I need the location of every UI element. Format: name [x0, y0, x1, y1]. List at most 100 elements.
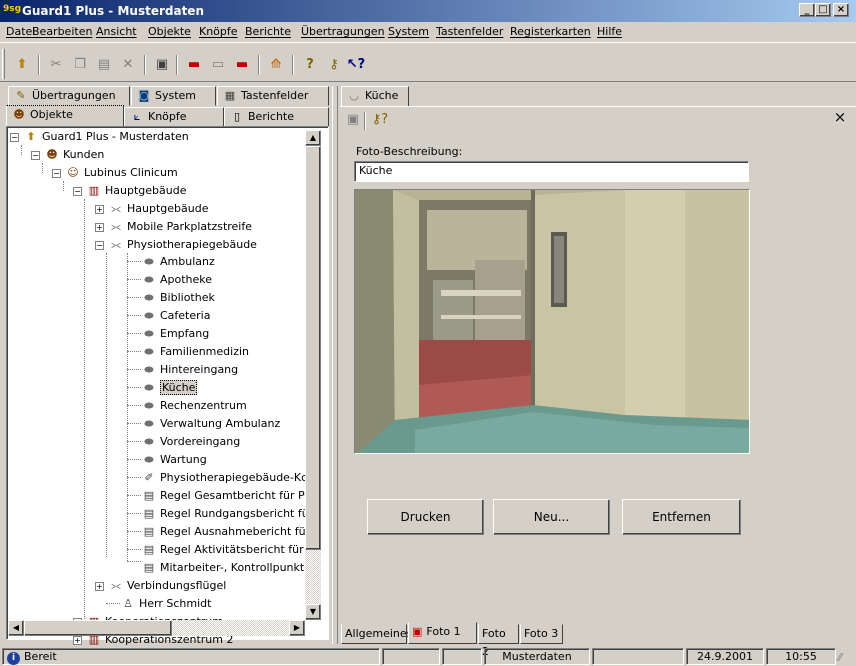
- building-icon: ▥: [88, 184, 100, 197]
- tab-foto-1[interactable]: ▣ Foto 1: [408, 622, 477, 644]
- collapse-icon[interactable]: −: [31, 150, 40, 160]
- copy-icon[interactable]: ❐: [70, 55, 90, 75]
- menu-hilfe[interactable]: Hilfe: [597, 25, 622, 38]
- tab-objekte[interactable]: ☻ Objekte: [6, 105, 124, 127]
- scroll-right-button[interactable]: ▶: [289, 620, 305, 636]
- properties-icon[interactable]: ▣: [152, 55, 172, 75]
- scroll-thumb[interactable]: [305, 146, 321, 550]
- tree-report[interactable]: ✐ Physiotherapiegebäude-Kc: [141, 469, 307, 486]
- route-icon: ⪥: [111, 579, 121, 592]
- tab-system[interactable]: ◙ System: [131, 86, 216, 106]
- remove-photo-button[interactable]: Entfernen: [622, 499, 741, 535]
- photo-description-input[interactable]: Küche: [354, 161, 749, 182]
- tree-location[interactable]: ⬬ Rechenzentrum: [141, 397, 246, 414]
- maximize-button[interactable]: □: [815, 3, 831, 17]
- menu-system[interactable]: System: [388, 25, 429, 38]
- tree-report[interactable]: ▤ Regel Aktivitätsbericht für: [141, 541, 304, 558]
- report-icon: ▤: [143, 489, 155, 502]
- tab-uebertragungen[interactable]: ✎ Übertragungen: [8, 86, 130, 106]
- tree-kunden[interactable]: − ☻ Kunden: [31, 146, 104, 163]
- scroll-down-button[interactable]: ▼: [305, 604, 321, 620]
- run-icon[interactable]: ⟰: [266, 55, 286, 75]
- window-icon[interactable]: ▬: [184, 55, 204, 75]
- tree-client[interactable]: − ☺ Lubinus Clinicum: [52, 164, 178, 181]
- menu-knoepfe[interactable]: Knöpfe: [199, 25, 238, 38]
- context-help-icon[interactable]: ↖?: [346, 55, 366, 75]
- checkpoint-icon: ⬬: [144, 309, 154, 322]
- route-icon: ⪥: [111, 202, 121, 215]
- tree-location[interactable]: ⬬ Familienmedizin: [141, 343, 249, 360]
- toolbar: ⬆ ✂ ❐ ▤ ✕ ▣ ▬ ▭ ▬ ⟰ ? ⚷ ↖?: [0, 42, 856, 82]
- keypad-icon: ▦: [224, 89, 236, 102]
- menu-datei[interactable]: Datei: [6, 25, 35, 38]
- tree-location[interactable]: ⬬ Cafeteria: [141, 307, 210, 324]
- tree-location[interactable]: ⬬ Empfang: [141, 325, 209, 342]
- tree-report[interactable]: ▤ Regel Ausnahmebericht für: [141, 523, 310, 540]
- key-help-icon[interactable]: ⚷?: [370, 110, 390, 130]
- menu-bearbeiten[interactable]: Bearbeiten: [32, 25, 92, 38]
- tree-location[interactable]: ⬬ Vordereingang: [141, 433, 240, 450]
- tab-berichte[interactable]: ▯ Berichte: [224, 107, 329, 127]
- menu-bar: Datei Bearbeiten Ansicht Objekte Knöpfe …: [0, 22, 856, 42]
- tree-location[interactable]: ⬬ Verwaltung Ambulanz: [141, 415, 280, 432]
- tree-hauptgebaeude[interactable]: − ▥ Hauptgebäude: [73, 182, 186, 199]
- back-arrow-icon[interactable]: ⬆: [12, 55, 32, 75]
- tree-report[interactable]: ▤ Mitarbeiter-, Kontrollpunkt-: [141, 559, 308, 576]
- object-tree: − ⬆ Guard1 Plus - Musterdaten − ☻ Kunden − ☺ L…: [6, 126, 329, 646]
- menu-ansicht[interactable]: Ansicht: [96, 25, 137, 38]
- tab-foto-2[interactable]: Foto 2: [478, 624, 519, 658]
- window-2-icon[interactable]: ▭: [208, 55, 228, 75]
- delete-icon[interactable]: ✕: [118, 55, 138, 75]
- close-panel-icon[interactable]: ×: [832, 108, 848, 126]
- resize-grip-icon[interactable]: ⁄⁄: [838, 650, 854, 666]
- tree-person[interactable]: ♙ Herr Schmidt: [120, 595, 211, 612]
- menu-tastenfelder[interactable]: Tastenfelder: [436, 25, 503, 38]
- expand-icon[interactable]: +: [95, 204, 104, 214]
- collapse-icon[interactable]: −: [52, 168, 61, 178]
- tree-physio[interactable]: − ⪥ Physiotherapiegebäude: [95, 236, 257, 253]
- scroll-up-button[interactable]: ▲: [305, 130, 321, 146]
- scroll-left-button[interactable]: ◀: [8, 620, 24, 636]
- expand-icon[interactable]: +: [95, 222, 104, 232]
- close-window-button[interactable]: ×: [833, 3, 849, 17]
- tree-root[interactable]: − ⬆ Guard1 Plus - Musterdaten: [10, 128, 189, 145]
- menu-uebertragungen[interactable]: Übertragungen: [301, 25, 385, 38]
- hscroll-thumb[interactable]: [24, 620, 172, 636]
- tab-allgemeines[interactable]: Allgemeines: [341, 624, 412, 644]
- collapse-icon[interactable]: −: [73, 186, 82, 196]
- expand-icon[interactable]: +: [73, 635, 82, 645]
- tree-location[interactable]: ⬬ Wartung: [141, 451, 206, 468]
- tree-parkplatz[interactable]: + ⪥ Mobile Parkplatzstreife: [95, 218, 252, 235]
- tree-verbindung[interactable]: + ⪥ Verbindungsflügel: [95, 577, 226, 594]
- tree-sub-hauptgebaeude[interactable]: + ⪥ Hauptgebäude: [95, 200, 208, 217]
- splitter[interactable]: [332, 86, 338, 644]
- tree-report[interactable]: ▤ Regel Gesamtbericht für Pł: [141, 487, 308, 504]
- expand-icon[interactable]: +: [95, 581, 104, 591]
- help-icon[interactable]: ?: [300, 55, 320, 75]
- minimize-button[interactable]: _: [799, 3, 815, 17]
- tree-location[interactable]: ⬬ Bibliothek: [141, 289, 215, 306]
- collapse-icon[interactable]: −: [95, 240, 104, 250]
- tree-location[interactable]: ⬬ Apotheke: [141, 271, 212, 288]
- cut-icon[interactable]: ✂: [46, 55, 66, 75]
- tab-foto-3[interactable]: Foto 3: [520, 624, 563, 644]
- tab-kueche[interactable]: ◡ Küche: [341, 86, 409, 107]
- paste-icon[interactable]: ▤: [94, 55, 114, 75]
- key-icon[interactable]: ⚷: [324, 55, 344, 75]
- objects-icon: ☻: [13, 108, 25, 121]
- menu-berichte[interactable]: Berichte: [245, 25, 291, 38]
- tree-location[interactable]: ⬬ Ambulanz: [141, 253, 214, 270]
- tab-tastenfelder[interactable]: ▦ Tastenfelder: [217, 86, 329, 106]
- collapse-icon[interactable]: −: [10, 132, 19, 142]
- menu-objekte[interactable]: Objekte: [148, 25, 191, 38]
- save-icon[interactable]: ▣: [345, 112, 361, 128]
- menu-registerkarten[interactable]: Registerkarten: [510, 25, 591, 38]
- window-3-icon[interactable]: ▬: [232, 55, 252, 75]
- tree-location-selected[interactable]: ⬬ Küche: [141, 379, 198, 396]
- print-button[interactable]: Drucken: [367, 499, 484, 535]
- tree-location[interactable]: ⬬ Hintereingang: [141, 361, 238, 378]
- new-photo-button[interactable]: Neu...: [493, 499, 610, 535]
- tab-knoepfe[interactable]: ⟀ Knöpfe: [124, 107, 224, 127]
- tree-report[interactable]: ▤ Regel Rundgangsbericht fü: [141, 505, 309, 522]
- checkpoint-icon: ⬬: [144, 345, 154, 358]
